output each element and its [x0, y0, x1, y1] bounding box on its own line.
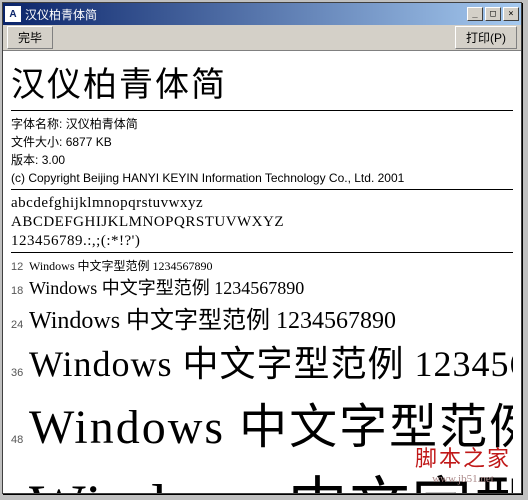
sample-text: Windows 中文字型范例 1234567890 — [29, 274, 304, 300]
sample-row: 18 Windows 中文字型范例 1234567890 — [11, 274, 513, 300]
sample-row: 12 Windows 中文字型范例 1234567890 — [11, 257, 513, 274]
sample-size-label: 24 — [11, 319, 29, 331]
window-title: 汉仪柏青体简 — [25, 6, 467, 23]
sample-text: Windows 中文字型范例 1234567890 — [29, 257, 213, 274]
alphabet-digits: 123456789.:,;(:*!?') — [11, 232, 513, 251]
separator — [11, 110, 513, 111]
done-button[interactable]: 完毕 — [7, 26, 53, 49]
font-viewer-window: 汉仪柏青体简 _ □ × 完毕 打印(P) 汉仪柏青体简 字体名称: 汉仪柏青体… — [2, 2, 522, 494]
font-display-name: 汉仪柏青体简 — [11, 57, 513, 106]
alphabet-lower: abcdefghijklmnopqrstuvwxyz — [11, 194, 513, 213]
copyright-text: (c) Copyright Beijing HANYI KEYIN Inform… — [11, 171, 404, 185]
close-button[interactable]: × — [503, 7, 519, 21]
content-area: 汉仪柏青体简 字体名称: 汉仪柏青体简 文件大小: 6877 KB 版本: 3.… — [3, 51, 521, 493]
sample-row: 36 Windows 中文字型范例 1234567890 — [11, 335, 513, 387]
size-samples: 12 Windows 中文字型范例 1234567890 18 Windows … — [11, 257, 513, 493]
separator — [11, 252, 513, 253]
separator — [11, 189, 513, 190]
maximize-button[interactable]: □ — [485, 7, 501, 21]
print-button[interactable]: 打印(P) — [455, 26, 517, 49]
alphabet-sample: abcdefghijklmnopqrstuvwxyz ABCDEFGHIJKLM… — [11, 194, 513, 250]
sample-row: 60 Windows 中文字型范例 1234567890 — [11, 457, 513, 493]
sample-size-label: 48 — [11, 434, 29, 446]
sample-size-label: 12 — [11, 261, 29, 273]
file-size-value: 6877 KB — [66, 135, 112, 149]
sample-size-label: 36 — [11, 367, 29, 379]
toolbar: 完毕 打印(P) — [3, 25, 521, 51]
font-metadata: 字体名称: 汉仪柏青体简 文件大小: 6877 KB 版本: 3.00 (c) … — [11, 115, 513, 187]
app-icon — [5, 6, 21, 22]
titlebar[interactable]: 汉仪柏青体简 _ □ × — [3, 3, 521, 25]
sample-text: Windows 中文字型范例 1234567890 — [29, 335, 513, 387]
sample-row: 24 Windows 中文字型范例 1234567890 — [11, 300, 513, 335]
window-controls: _ □ × — [467, 7, 519, 21]
minimize-button[interactable]: _ — [467, 7, 483, 21]
sample-row: 48 Windows 中文字型范例 1234567890 — [11, 387, 513, 457]
alphabet-upper: ABCDEFGHIJKLMNOPQRSTUVWXYZ — [11, 213, 513, 232]
file-size-label: 文件大小: — [11, 135, 62, 149]
sample-text: Windows 中文字型范例 1234567890 — [29, 300, 396, 335]
font-name-value: 汉仪柏青体简 — [66, 117, 138, 131]
sample-text: Windows 中文字型范例 1234567890 — [29, 457, 513, 493]
font-name-label: 字体名称: — [11, 117, 62, 131]
version-value: 3.00 — [42, 153, 65, 167]
sample-size-label: 18 — [11, 285, 29, 297]
sample-text: Windows 中文字型范例 1234567890 — [29, 387, 513, 457]
version-label: 版本: — [11, 153, 38, 167]
